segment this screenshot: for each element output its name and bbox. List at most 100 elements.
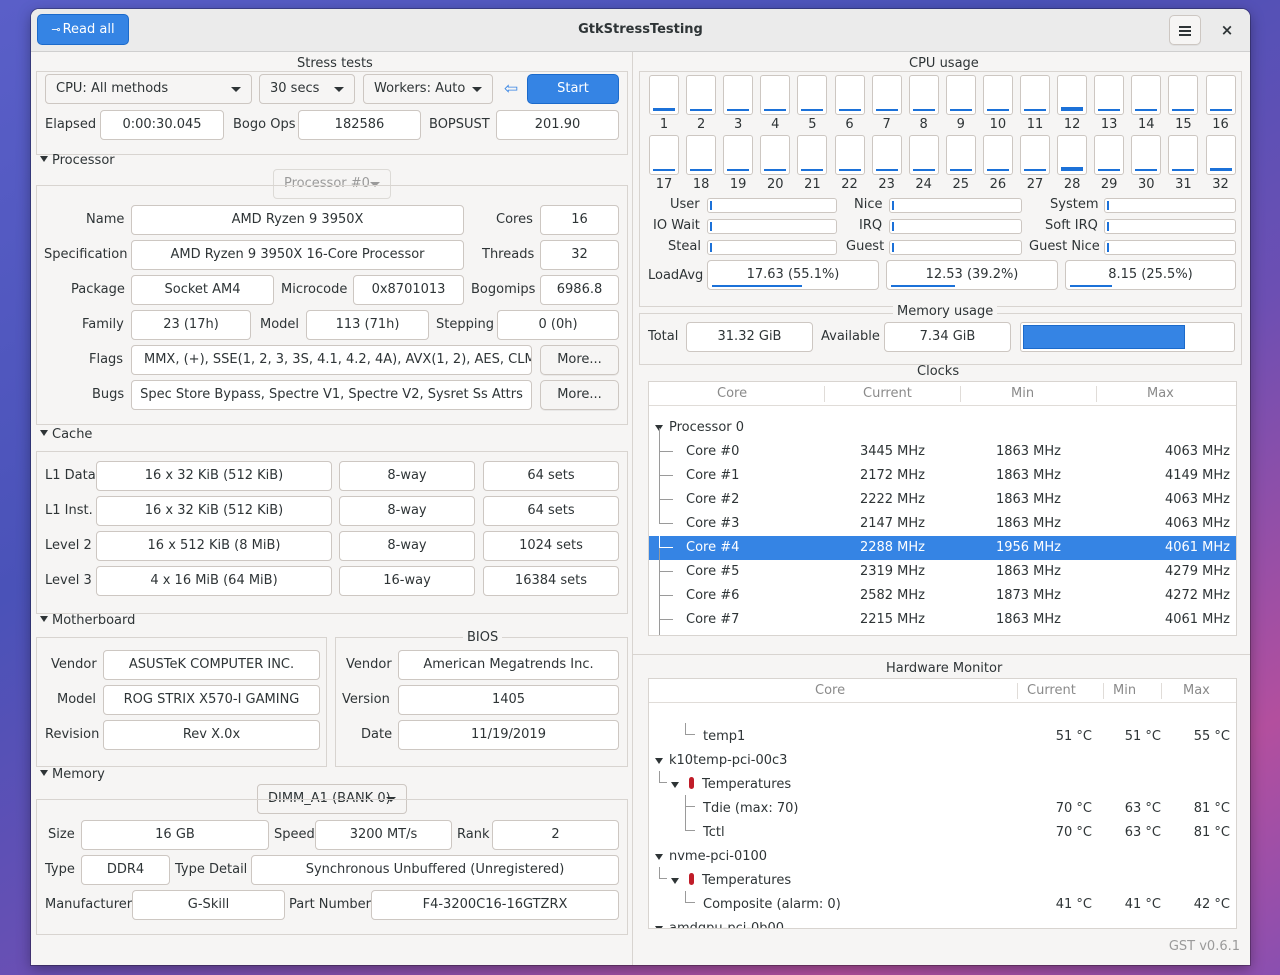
clock-row[interactable]: Core #0 3445 MHz 1863 MHz 4063 MHz bbox=[649, 428, 1236, 464]
clock-row[interactable]: Core #82815 MHz1863 MHz4063 MHz bbox=[649, 620, 1236, 635]
bogomips-label: Bogomips bbox=[471, 282, 536, 297]
clock-core-name: Core #0 bbox=[686, 444, 740, 459]
temperatures-label: Temperatures bbox=[689, 777, 791, 792]
cpu-core-fill bbox=[1135, 109, 1158, 111]
cpu-core-meter bbox=[1057, 135, 1088, 175]
memory-expander[interactable]: Memory bbox=[40, 767, 105, 782]
sensor-name: Tctl bbox=[703, 825, 725, 840]
clock-max: 4063 MHz bbox=[1164, 516, 1230, 531]
clock-row[interactable]: Core #7 2215 MHz 1863 MHz 4061 MHz bbox=[649, 596, 1236, 632]
col-core[interactable]: Core bbox=[717, 386, 747, 401]
cpu-core-number: 20 bbox=[767, 177, 784, 192]
bugs-more-button[interactable]: More... bbox=[540, 380, 619, 410]
workers-combo[interactable]: Workers: Auto bbox=[363, 74, 493, 104]
sensor-row-composite[interactable]: Composite (alarm: 0) 41 °C 41 °C 42 °C bbox=[649, 891, 1236, 917]
clock-row[interactable]: Core #4 2288 MHz 1956 MHz 4061 MHz bbox=[649, 524, 1236, 560]
clock-min: 1956 MHz bbox=[995, 540, 1061, 555]
clock-row[interactable]: Core #2 2222 MHz 1863 MHz 4063 MHz bbox=[649, 476, 1236, 512]
method-combo[interactable]: CPU: All methods bbox=[45, 74, 252, 104]
cpu-core-fill bbox=[1024, 169, 1046, 171]
device-row-nvme[interactable]: nvme-pci-0100 bbox=[649, 845, 1236, 869]
more-label: More... bbox=[557, 387, 602, 402]
duration-combo[interactable]: 30 secs bbox=[259, 74, 355, 104]
cpu-core-meter bbox=[1094, 75, 1125, 115]
cpu-core-meter bbox=[834, 75, 865, 115]
clocks-table[interactable]: Core Current Min Max Processor 0 Core #0… bbox=[648, 381, 1237, 636]
processor-group-row[interactable]: Processor 0 bbox=[649, 416, 1236, 440]
load5-value: 12.53 (39.2%) bbox=[925, 267, 1019, 282]
sensor-current: 70 °C bbox=[1055, 825, 1092, 840]
mem-rank-value: 2 bbox=[492, 820, 619, 850]
cpu-core-fill bbox=[912, 169, 935, 171]
expander-arrow-icon bbox=[671, 878, 679, 884]
mb-model-label: Model bbox=[57, 692, 97, 707]
hwmon-table[interactable]: Temperatures Core Current Min Max temp1 … bbox=[648, 678, 1237, 929]
cpu-core-number: 25 bbox=[952, 177, 970, 192]
close-icon: × bbox=[1220, 21, 1234, 39]
col-max[interactable]: Max bbox=[1183, 683, 1210, 698]
clock-row[interactable]: Core #1 2172 MHz 1863 MHz 4149 MHz bbox=[649, 452, 1236, 488]
col-current[interactable]: Current bbox=[1027, 683, 1076, 698]
cpu-core-fill bbox=[838, 169, 861, 171]
stepping-label: Stepping bbox=[436, 317, 494, 332]
cpu-core-number: 10 bbox=[989, 117, 1007, 132]
expander-arrow-icon bbox=[40, 770, 48, 776]
col-current[interactable]: Current bbox=[863, 386, 912, 401]
user-bar-fill bbox=[710, 201, 712, 210]
menu-button[interactable] bbox=[1169, 15, 1201, 45]
col-min[interactable]: Min bbox=[1113, 683, 1136, 698]
flags-value: MMX, (+), SSE(1, 2, 3, 3S, 4.1, 4.2, 4A)… bbox=[131, 345, 532, 375]
cpu-core-meter bbox=[723, 75, 754, 115]
duration-value: 30 secs bbox=[270, 81, 320, 96]
expander-arrow-icon bbox=[671, 782, 679, 788]
mem-size-label: Size bbox=[48, 827, 75, 842]
tree-line bbox=[659, 452, 673, 476]
close-button[interactable]: × bbox=[1217, 21, 1237, 41]
mb-model-value: ROG STRIX X570-I GAMING bbox=[103, 685, 320, 715]
cache-size-value: 4 x 16 MiB (64 MiB) bbox=[96, 566, 332, 596]
irq-bar bbox=[889, 219, 1022, 234]
cpu-core-fill bbox=[727, 109, 750, 111]
temperatures-row[interactable]: Temperatures bbox=[649, 771, 1236, 797]
cpu-core-fill bbox=[653, 108, 675, 111]
col-core[interactable]: Core bbox=[815, 683, 845, 698]
clock-core-name: Core #7 bbox=[686, 612, 740, 627]
column-separator[interactable] bbox=[632, 52, 633, 965]
clear-icon[interactable]: ⇦ bbox=[500, 79, 522, 99]
flags-more-button[interactable]: More... bbox=[540, 345, 619, 375]
hamburger-icon bbox=[1179, 26, 1191, 36]
steal-bar bbox=[707, 240, 837, 255]
temperatures-row[interactable]: Temperatures bbox=[649, 867, 1236, 893]
sensor-row-temp1[interactable]: temp1 51 °C 51 °C 55 °C bbox=[649, 723, 1236, 749]
col-max[interactable]: Max bbox=[1147, 386, 1174, 401]
col-divider bbox=[1161, 683, 1162, 699]
clock-min: 1863 MHz bbox=[995, 564, 1061, 579]
cpu-core-meter bbox=[945, 135, 976, 175]
clock-core-name: Core #3 bbox=[686, 516, 740, 531]
load1-field: 17.63 (55.1%) bbox=[707, 260, 879, 290]
sensor-min: 51 °C bbox=[1124, 729, 1161, 744]
processor-expander[interactable]: Processor bbox=[40, 153, 115, 168]
cpu-core-fill bbox=[764, 169, 787, 171]
tree-line bbox=[659, 596, 673, 620]
cache-expander[interactable]: Cache bbox=[40, 427, 92, 442]
start-button[interactable]: Start bbox=[527, 74, 619, 104]
col-divider bbox=[1103, 683, 1104, 699]
device-row-amdgpu[interactable]: amdgpu-pci-0b00 bbox=[649, 917, 1236, 928]
cpu-core-number: 11 bbox=[1026, 117, 1044, 132]
device-row-k10temp[interactable]: k10temp-pci-00c3 bbox=[649, 749, 1236, 773]
device-label: k10temp-pci-00c3 bbox=[669, 753, 788, 768]
cpu-core-number: 19 bbox=[729, 177, 747, 192]
clock-current: 2288 MHz bbox=[859, 540, 925, 555]
col-min[interactable]: Min bbox=[1011, 386, 1034, 401]
nice-bar bbox=[889, 198, 1022, 213]
motherboard-expander[interactable]: Motherboard bbox=[40, 613, 135, 628]
clock-row[interactable]: Core #3 2147 MHz 1863 MHz 4063 MHz bbox=[649, 500, 1236, 536]
clock-row[interactable]: Core #6 2582 MHz 1873 MHz 4272 MHz bbox=[649, 572, 1236, 608]
cache-level-label: L1 Inst. bbox=[45, 503, 93, 518]
available-value: 7.34 GiB bbox=[884, 322, 1011, 352]
sensor-row-tctl[interactable]: Tctl 70 °C 63 °C 81 °C bbox=[649, 807, 1236, 845]
sensor-row-tdie[interactable]: Tdie (max: 70) 70 °C 63 °C 81 °C bbox=[649, 795, 1236, 821]
method-value: CPU: All methods bbox=[56, 81, 169, 96]
clock-row[interactable]: Core #5 2319 MHz 1863 MHz 4279 MHz bbox=[649, 548, 1236, 584]
